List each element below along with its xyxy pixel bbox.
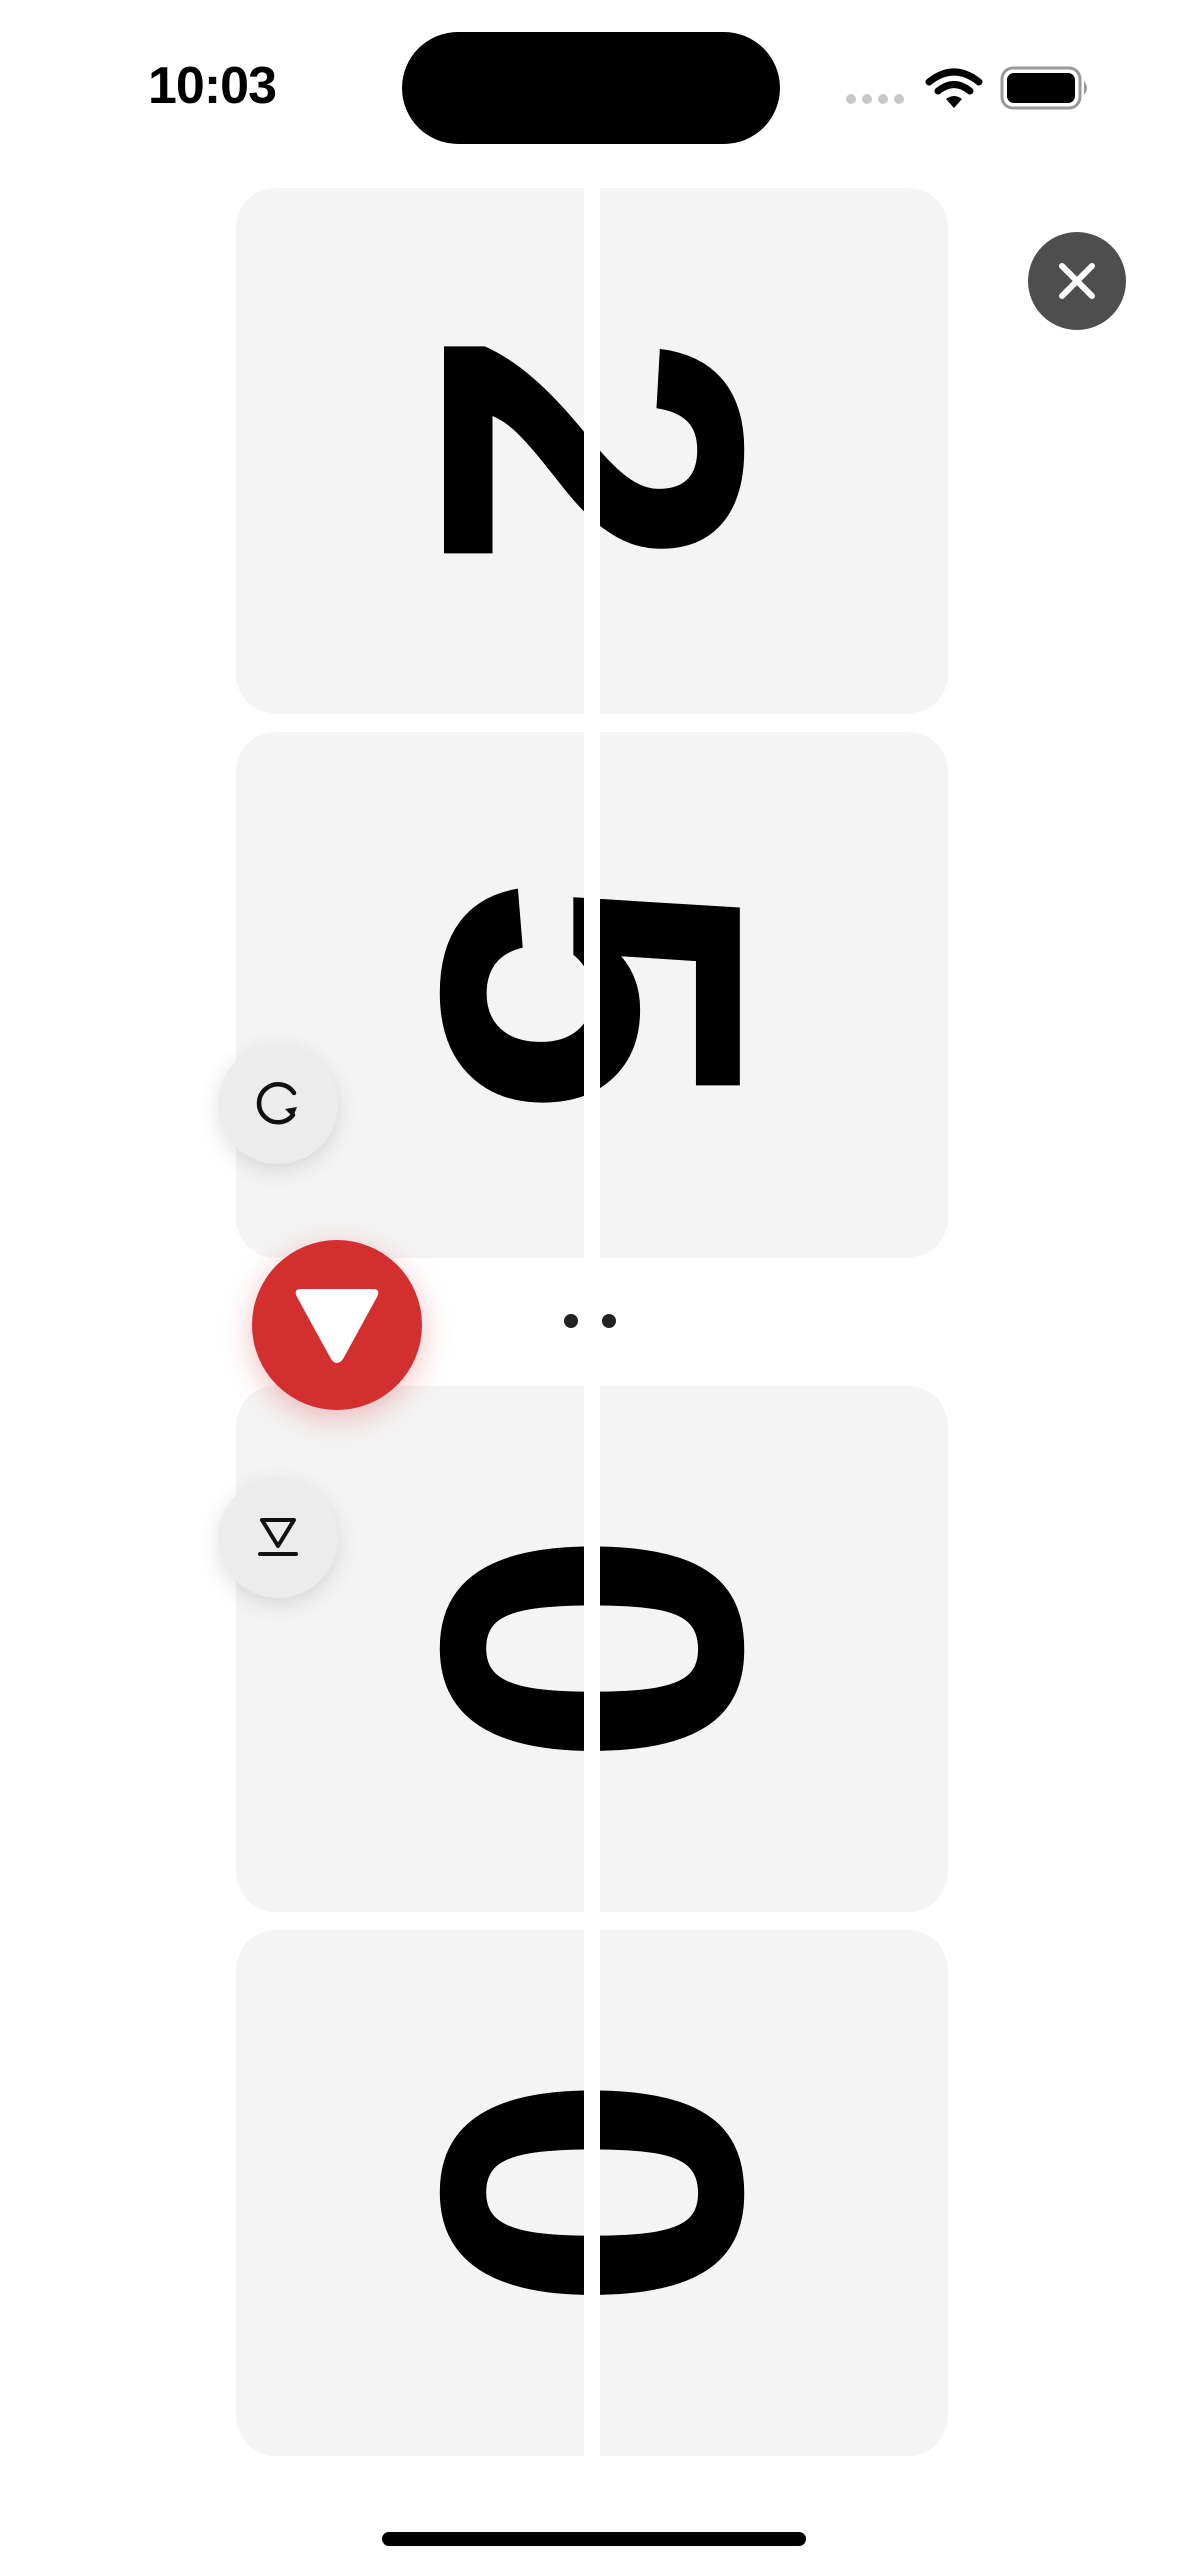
reset-button[interactable] xyxy=(218,1044,338,1164)
digit-2: 5 xyxy=(329,732,584,1258)
close-icon xyxy=(1059,263,1095,299)
rotate-clockwise-icon xyxy=(256,1082,297,1125)
triangle-down-icon xyxy=(295,1289,379,1363)
digit-card-2-left-half: 5 xyxy=(236,732,584,1258)
separator-dot xyxy=(602,1314,616,1328)
secondary-control-button[interactable] xyxy=(218,1478,338,1598)
digit-3-mirror: 0 xyxy=(600,1386,855,1912)
digit-card-3-left-half: 0 xyxy=(236,1386,584,1912)
digit-4-mirror: 0 xyxy=(600,1930,855,2456)
digit-3: 0 xyxy=(329,1386,584,1912)
digit-2-mirror: 5 xyxy=(600,732,855,1258)
status-time: 10:03 xyxy=(148,57,277,115)
wifi-icon xyxy=(925,68,983,108)
home-indicator[interactable] xyxy=(382,2532,806,2546)
battery-icon xyxy=(1000,66,1087,110)
cellular-signal-icon xyxy=(846,94,904,104)
separator-dot xyxy=(564,1314,578,1328)
digit-card-3-right-half: 0 xyxy=(600,1386,948,1912)
play-button[interactable] xyxy=(252,1240,422,1410)
triangle-down-bar-icon xyxy=(258,1518,298,1556)
digit-card-1-left-half: 2 xyxy=(236,188,584,714)
digit-card-2-right-half: 5 xyxy=(600,732,948,1258)
digit-card-2: 5 5 xyxy=(236,732,948,1258)
digit-card-4-left-half: 0 xyxy=(236,1930,584,2456)
digit-1-mirror: 2 xyxy=(600,188,855,714)
digit-card-4: 0 0 xyxy=(236,1930,948,2456)
digit-card-1-right-half: 2 xyxy=(600,188,948,714)
time-separator xyxy=(564,1314,616,1328)
digit-card-1: 2 2 xyxy=(236,188,948,714)
digit-4: 0 xyxy=(329,1930,584,2456)
digit-card-4-right-half: 0 xyxy=(600,1930,948,2456)
digit-card-3: 0 0 xyxy=(236,1386,948,1912)
dynamic-island xyxy=(402,32,780,144)
close-button[interactable] xyxy=(1028,232,1126,330)
digit-1: 2 xyxy=(329,188,584,714)
